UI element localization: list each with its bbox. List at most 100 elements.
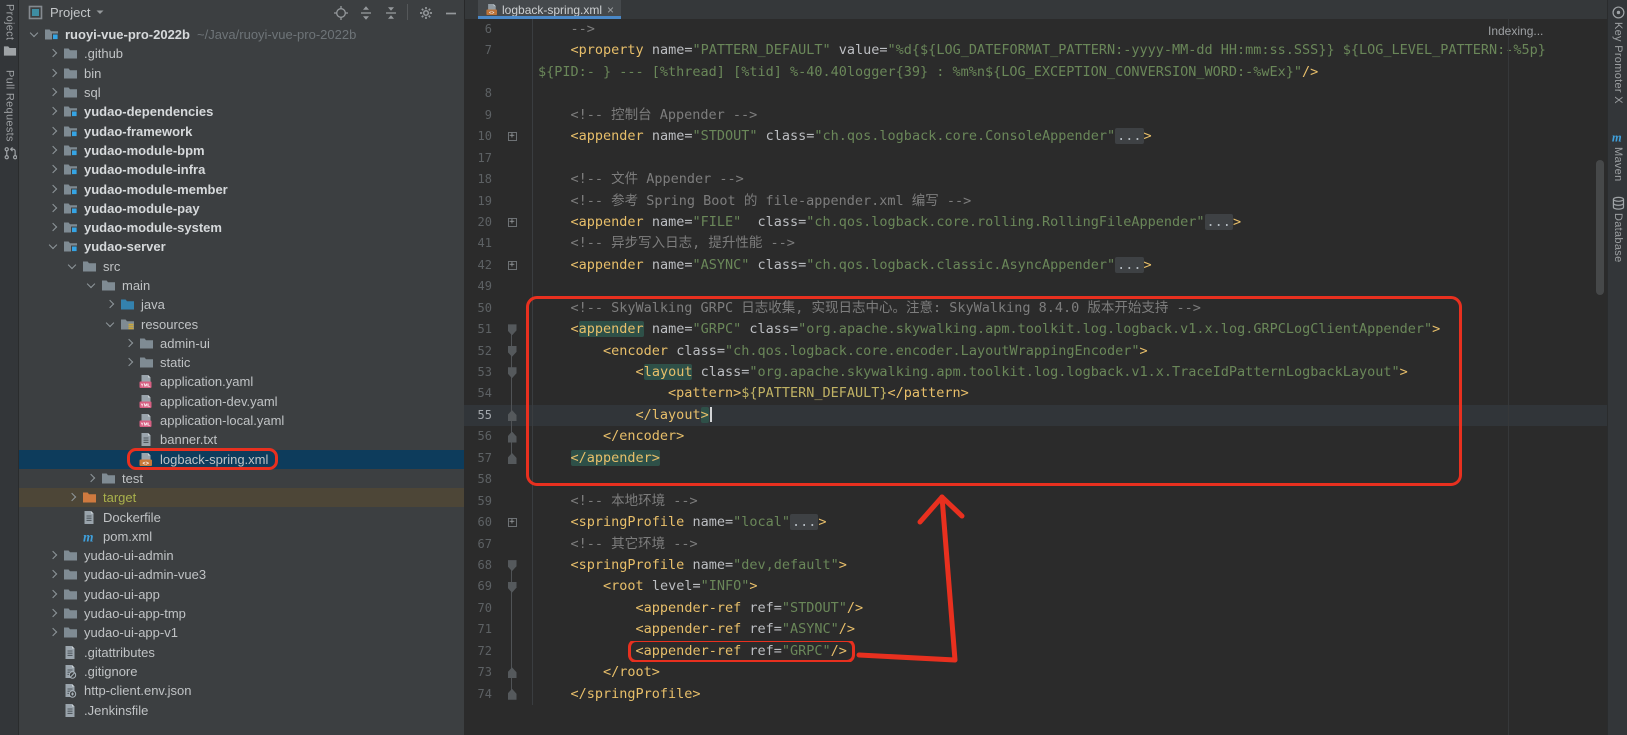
tree-row-test[interactable]: test bbox=[19, 469, 464, 488]
tree-row-dockerfile[interactable]: Dockerfile bbox=[19, 507, 464, 526]
chevron-right-icon[interactable] bbox=[46, 104, 61, 119]
tree-row-yudao-module-bpm[interactable]: yudao-module-bpm bbox=[19, 141, 464, 160]
fold-close-icon[interactable] bbox=[508, 453, 517, 464]
tree-row-yudao-module-pay[interactable]: yudao-module-pay bbox=[19, 199, 464, 218]
tree-row-main[interactable]: main bbox=[19, 276, 464, 295]
tree-row-application-dev-yaml[interactable]: YMLapplication-dev.yaml bbox=[19, 392, 464, 411]
fold-plus-icon[interactable] bbox=[508, 261, 517, 270]
settings-icon[interactable] bbox=[417, 4, 433, 20]
tree-row--gitattributes[interactable]: .gitattributes bbox=[19, 643, 464, 662]
tree-row-src[interactable]: src bbox=[19, 257, 464, 276]
chevron-right-icon[interactable] bbox=[46, 162, 61, 177]
chevron-right-icon[interactable] bbox=[122, 336, 137, 351]
fold-close-icon[interactable] bbox=[508, 667, 517, 678]
code-editor[interactable]: 6 -->7 <property name="PATTERN_DEFAULT" … bbox=[464, 19, 1607, 735]
chevron-right-icon[interactable] bbox=[46, 182, 61, 197]
fold-close-icon[interactable] bbox=[508, 432, 517, 443]
chevron-down-icon[interactable] bbox=[27, 27, 42, 42]
tree-row-sql[interactable]: sql bbox=[19, 83, 464, 102]
fold-close-icon[interactable] bbox=[508, 689, 517, 700]
code-line-19[interactable]: 19 <!-- 参考 Spring Boot 的 file-appender.x… bbox=[464, 191, 1607, 212]
code-line-70[interactable]: 70 <appender-ref ref="STDOUT"/> bbox=[464, 598, 1607, 619]
tree-row-application-yaml[interactable]: YMLapplication.yaml bbox=[19, 372, 464, 391]
tree-row-target[interactable]: target bbox=[19, 488, 464, 507]
chevron-down-icon[interactable] bbox=[65, 259, 80, 274]
fold-plus-icon[interactable] bbox=[508, 518, 517, 527]
tree-row-java[interactable]: java bbox=[19, 295, 464, 314]
code-line-68[interactable]: 68 <springProfile name="dev,default"> bbox=[464, 555, 1607, 576]
code-line-18[interactable]: 18 <!-- 文件 Appender --> bbox=[464, 169, 1607, 190]
code-line-55[interactable]: 55 </layout> bbox=[464, 405, 1607, 426]
tree-row-yudao-module-system[interactable]: yudao-module-system bbox=[19, 218, 464, 237]
code-line-72[interactable]: 72 <appender-ref ref="GRPC"/> bbox=[464, 641, 1607, 662]
code-line-73[interactable]: 73 </root> bbox=[464, 662, 1607, 683]
code-line-69[interactable]: 69 <root level="INFO"> bbox=[464, 576, 1607, 597]
fold-plus-icon[interactable] bbox=[508, 132, 517, 141]
chevron-right-icon[interactable] bbox=[46, 85, 61, 100]
code-line-67[interactable]: 67 <!-- 其它环境 --> bbox=[464, 534, 1607, 555]
code-line-58[interactable]: 58 bbox=[464, 469, 1607, 490]
code-line-57[interactable]: 57 </appender> bbox=[464, 448, 1607, 469]
code-line-wrap[interactable]: ${PID:- } --- [%thread] [%tid] %-40.40lo… bbox=[464, 62, 1607, 83]
toolwindow-button-maven[interactable]: mMaven bbox=[1608, 130, 1627, 182]
code-line-41[interactable]: 41 <!-- 异步写入日志, 提升性能 --> bbox=[464, 233, 1607, 254]
hide-icon[interactable] bbox=[442, 4, 458, 20]
tree-row-http-client-env-json[interactable]: http-client.env.json bbox=[19, 681, 464, 700]
chevron-right-icon[interactable] bbox=[46, 567, 61, 582]
code-line-71[interactable]: 71 <appender-ref ref="ASYNC"/> bbox=[464, 619, 1607, 640]
tree-row--jenkinsfile[interactable]: .Jenkinsfile bbox=[19, 700, 464, 719]
chevron-down-icon[interactable] bbox=[46, 239, 61, 254]
tree-row-yudao-framework[interactable]: yudao-framework bbox=[19, 121, 464, 140]
code-line-10[interactable]: 10 <appender name="STDOUT" class="ch.qos… bbox=[464, 126, 1607, 147]
chevron-right-icon[interactable] bbox=[46, 548, 61, 563]
tree-row-yudao-module-member[interactable]: yudao-module-member bbox=[19, 179, 464, 198]
tree-row-banner-txt[interactable]: banner.txt bbox=[19, 430, 464, 449]
code-line-56[interactable]: 56 </encoder> bbox=[464, 426, 1607, 447]
tree-row-yudao-ui-admin-vue3[interactable]: yudao-ui-admin-vue3 bbox=[19, 565, 464, 584]
locate-icon[interactable] bbox=[332, 4, 348, 20]
fold-plus-icon[interactable] bbox=[508, 218, 517, 227]
tree-row--gitignore[interactable]: .gitignore bbox=[19, 662, 464, 681]
code-line-42[interactable]: 42 <appender name="ASYNC" class="ch.qos.… bbox=[464, 255, 1607, 276]
fold-open-icon[interactable] bbox=[508, 346, 517, 357]
tree-row-ruoyi-vue-pro-2022b[interactable]: ruoyi-vue-pro-2022b~/Java/ruoyi-vue-pro-… bbox=[19, 25, 464, 44]
tree-row-yudao-dependencies[interactable]: yudao-dependencies bbox=[19, 102, 464, 121]
code-line-20[interactable]: 20 <appender name="FILE" class="ch.qos.l… bbox=[464, 212, 1607, 233]
code-line-49[interactable]: 49 bbox=[464, 276, 1607, 297]
toolwindow-button-project[interactable]: Project bbox=[0, 4, 19, 58]
fold-close-icon[interactable] bbox=[508, 410, 517, 421]
tree-row-logback-spring-xml[interactable]: <>logback-spring.xml bbox=[19, 450, 464, 469]
code-line-74[interactable]: 74 </springProfile> bbox=[464, 684, 1607, 705]
toolwindow-button-pull-requests[interactable]: Pull Requests bbox=[0, 70, 19, 160]
code-line-59[interactable]: 59 <!-- 本地环境 --> bbox=[464, 491, 1607, 512]
fold-open-icon[interactable] bbox=[508, 560, 517, 571]
tree-row-yudao-ui-admin[interactable]: yudao-ui-admin bbox=[19, 546, 464, 565]
chevron-right-icon[interactable] bbox=[84, 471, 99, 486]
tab-logback-spring-xml[interactable]: <> logback-spring.xml bbox=[478, 0, 621, 19]
chevron-down-icon[interactable] bbox=[103, 317, 118, 332]
tree-row-yudao-ui-app-tmp[interactable]: yudao-ui-app-tmp bbox=[19, 604, 464, 623]
chevron-right-icon[interactable] bbox=[46, 606, 61, 621]
tree-row--github[interactable]: .github bbox=[19, 44, 464, 63]
tree-row-yudao-server[interactable]: yudao-server bbox=[19, 237, 464, 256]
code-line-51[interactable]: 51 <appender name="GRPC" class="org.apac… bbox=[464, 319, 1607, 340]
chevron-down-icon[interactable] bbox=[95, 4, 105, 20]
chevron-right-icon[interactable] bbox=[46, 201, 61, 216]
close-icon[interactable] bbox=[607, 5, 614, 15]
tree-row-yudao-ui-app[interactable]: yudao-ui-app bbox=[19, 585, 464, 604]
chevron-right-icon[interactable] bbox=[46, 143, 61, 158]
chevron-right-icon[interactable] bbox=[46, 124, 61, 139]
tree-row-pom-xml[interactable]: mpom.xml bbox=[19, 527, 464, 546]
code-line-6[interactable]: 6 --> bbox=[464, 19, 1607, 40]
code-line-53[interactable]: 53 <layout class="org.apache.skywalking.… bbox=[464, 362, 1607, 383]
chevron-right-icon[interactable] bbox=[46, 625, 61, 640]
code-line-54[interactable]: 54 <pattern>${PATTERN_DEFAULT}</pattern> bbox=[464, 383, 1607, 404]
code-line-9[interactable]: 9 <!-- 控制台 Appender --> bbox=[464, 105, 1607, 126]
tree-row-admin-ui[interactable]: admin-ui bbox=[19, 334, 464, 353]
chevron-right-icon[interactable] bbox=[103, 297, 118, 312]
chevron-right-icon[interactable] bbox=[46, 46, 61, 61]
fold-open-icon[interactable] bbox=[508, 582, 517, 593]
project-panel-title[interactable]: Project bbox=[50, 5, 90, 20]
tree-row-static[interactable]: static bbox=[19, 353, 464, 372]
collapse-all-icon[interactable] bbox=[382, 4, 398, 20]
